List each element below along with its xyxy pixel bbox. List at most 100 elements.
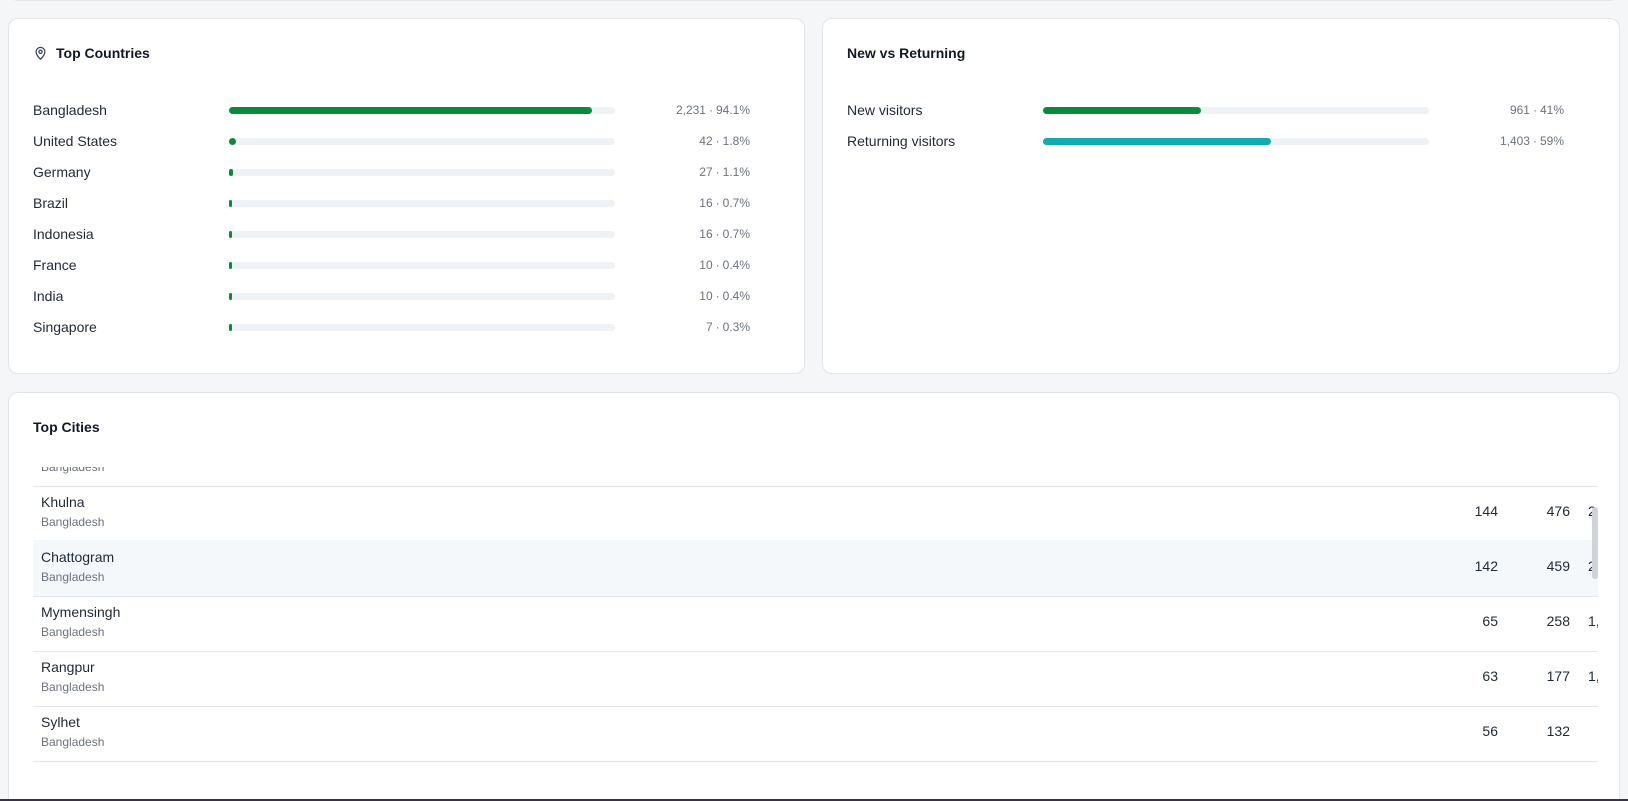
visitor-type-name: New visitors [847, 102, 923, 118]
city-row[interactable]: RangpurBangladesh631771,196 [33, 650, 1598, 707]
visitor-type-count: 961 [1509, 103, 1530, 117]
visitor-type-row: New visitors 961 · 41% [847, 100, 1564, 120]
country-name: Germany [33, 164, 91, 180]
country-name: India [33, 288, 64, 304]
visitor-type-bar-fill [1043, 107, 1202, 114]
visitor-type-row: Returning visitors 1,403 · 59% [847, 131, 1564, 151]
city-row[interactable]: Bangladesh1654942,980 [33, 467, 1598, 487]
country-count: 16 [699, 196, 713, 210]
top-countries-card: Top Countries Bangladesh 2,231 · 94.1% Unite… [8, 18, 805, 374]
value-separator: · [715, 134, 720, 148]
city-name: Sylhet [41, 714, 80, 730]
new-vs-returning-card: New vs Returning New visitors 961 · 41% Retu… [822, 18, 1620, 374]
country-percent: 0.4% [722, 258, 750, 272]
city-row[interactable]: MymensinghBangladesh652581,375 [33, 595, 1598, 652]
country-value: 2,231 · 94.1% [676, 100, 750, 120]
city-name: Rangpur [41, 659, 95, 675]
country-value: 27 · 1.1% [699, 162, 750, 182]
country-row: Indonesia 16 · 0.7% [33, 224, 750, 244]
city-name: Mymensingh [41, 604, 121, 620]
country-count: 10 [699, 258, 713, 272]
value-separator: · [1532, 134, 1537, 148]
country-value: 16 · 0.7% [699, 193, 750, 213]
country-row: France 10 · 0.4% [33, 255, 750, 275]
country-percent: 0.4% [722, 289, 750, 303]
city-name: Khulna [41, 494, 85, 510]
country-value: 42 · 1.8% [699, 131, 750, 151]
city-metric-1: 65 [1482, 613, 1498, 629]
country-bar-fill [229, 107, 593, 114]
visitor-type-bar-track [1043, 107, 1429, 114]
previous-card-edge [8, 0, 1620, 1]
country-bar-fill [229, 231, 232, 238]
country-row: Bangladesh 2,231 · 94.1% [33, 100, 750, 120]
cities-scrollbar-thumb[interactable] [1592, 507, 1598, 579]
country-percent: 0.3% [722, 320, 750, 334]
city-metric-1: 63 [1482, 668, 1498, 684]
country-bar-track [229, 293, 615, 300]
visitor-type-value: 961 · 41% [1510, 100, 1564, 120]
country-bar-fill [229, 200, 232, 207]
country-count: 2,231 [675, 103, 706, 117]
visitor-type-count: 1,403 [1499, 134, 1530, 148]
top-countries-title: Top Countries [56, 45, 150, 61]
country-name: Singapore [33, 319, 97, 335]
country-value: 10 · 0.4% [699, 286, 750, 306]
country-bar-track [229, 200, 615, 207]
country-row: Germany 27 · 1.1% [33, 162, 750, 182]
city-metric-1: 144 [1474, 503, 1498, 519]
top-cities-title: Top Cities [33, 419, 100, 435]
country-bar-fill [229, 169, 234, 176]
value-separator: · [715, 227, 720, 241]
visitor-type-value: 1,403 · 59% [1500, 131, 1564, 151]
city-metric-1: 142 [1474, 558, 1498, 574]
value-separator: · [715, 258, 720, 272]
map-pin-icon [35, 46, 46, 60]
city-row[interactable]: ChattogramBangladesh1424592,589 [33, 540, 1598, 597]
country-row: India 10 · 0.4% [33, 286, 750, 306]
country-value: 16 · 0.7% [699, 224, 750, 244]
country-name: Indonesia [33, 226, 94, 242]
country-bar-fill [229, 138, 236, 145]
cities-table-scroll[interactable]: Bangladesh1654942,980 Khulna Bangladesh 144… [33, 467, 1598, 801]
country-bar-track [229, 169, 615, 176]
value-separator: · [1532, 103, 1537, 117]
country-name: Brazil [33, 195, 69, 211]
city-row[interactable]: KhulnaBangladesh1444762,857 [33, 485, 1598, 542]
city-metric-3: 1,196 [1587, 668, 1598, 684]
country-count: 27 [699, 165, 713, 179]
country-value: 7 · 0.3% [706, 317, 750, 337]
country-count: 10 [699, 289, 713, 303]
city-country: Bangladesh [41, 515, 105, 529]
country-bar-fill [229, 293, 232, 300]
city-country: Bangladesh [41, 680, 105, 694]
city-country: Bangladesh [41, 735, 105, 749]
top-cities-card: Top Cities Bangladesh1654942,980KhulnaBa… [8, 392, 1620, 801]
visitor-type-percent: 41% [1539, 103, 1564, 117]
value-separator: · [715, 196, 720, 210]
top-countries-header: Top Countries [33, 45, 150, 61]
country-count: 7 [705, 320, 713, 334]
value-separator: · [715, 289, 720, 303]
city-country: Bangladesh [41, 570, 105, 584]
city-row[interactable]: SylhetBangladesh56132824 [33, 705, 1598, 762]
country-count: 16 [699, 227, 713, 241]
country-bar-track [229, 231, 615, 238]
country-percent: 0.7% [722, 227, 750, 241]
country-bar-fill [229, 324, 232, 331]
visitor-type-bar-track [1043, 138, 1429, 145]
country-percent: 0.7% [722, 196, 750, 210]
city-country: Bangladesh [41, 467, 105, 474]
country-value: 10 · 0.4% [699, 255, 750, 275]
city-name: Chattogram [41, 549, 115, 565]
country-row: Brazil 16 · 0.7% [33, 193, 750, 213]
country-count: 42 [699, 134, 713, 148]
country-bar-track [229, 107, 615, 114]
country-bar-fill [229, 262, 232, 269]
country-bar-track [229, 138, 615, 145]
value-separator: · [708, 103, 713, 117]
country-row: United States 42 · 1.8% [33, 131, 750, 151]
city-metric-3: 1,375 [1587, 613, 1598, 629]
new-vs-returning-title: New vs Returning [847, 45, 966, 61]
country-percent: 1.8% [722, 134, 750, 148]
